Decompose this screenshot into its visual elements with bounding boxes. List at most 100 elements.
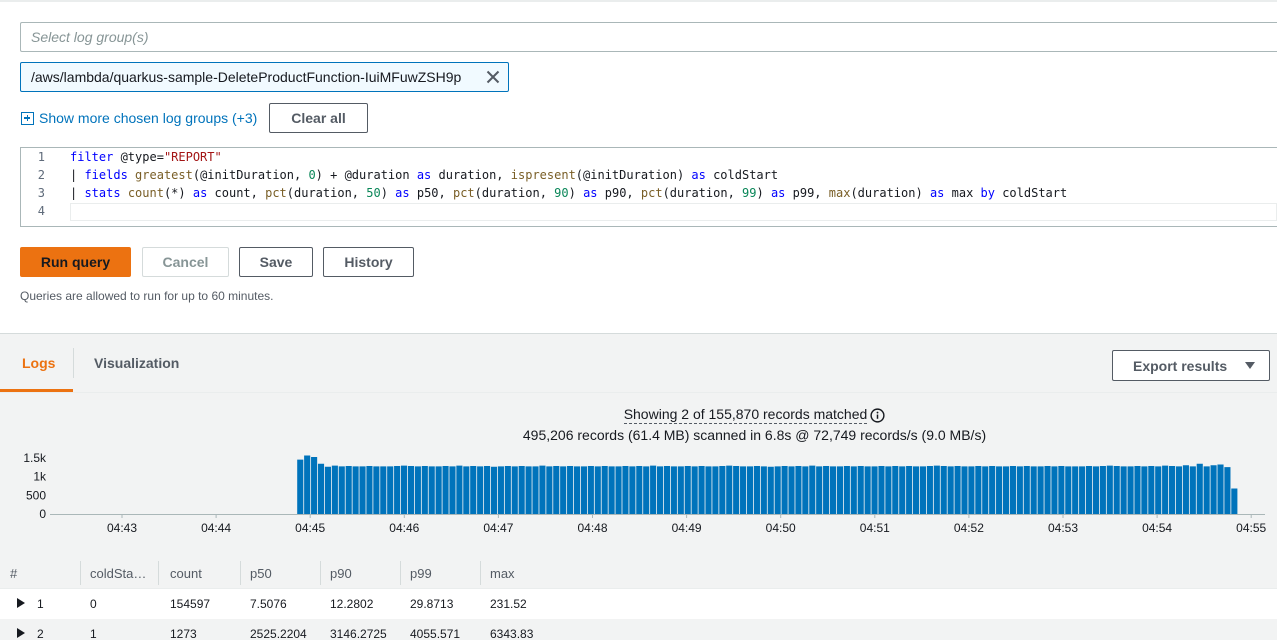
x-tick-label: 04:47	[483, 521, 513, 535]
histogram-bar	[615, 466, 622, 514]
histogram-bar	[470, 466, 477, 514]
histogram-bar	[1120, 466, 1127, 514]
histogram-bar	[497, 466, 504, 514]
column-header-coldstart[interactable]: coldSta…	[80, 557, 158, 589]
histogram-bar	[1169, 466, 1176, 514]
histogram-bar	[781, 466, 788, 514]
histogram-bar	[484, 466, 491, 514]
histogram-bar	[1162, 465, 1169, 514]
histogram-bar	[933, 465, 940, 514]
histogram-bar	[1037, 466, 1044, 514]
histogram-bar	[788, 466, 795, 514]
x-tick-label: 04:51	[860, 521, 890, 535]
histogram-bar	[636, 466, 643, 514]
histogram-bar	[477, 466, 484, 514]
table-row[interactable]: 1 0 154597 7.5076 12.2802 29.8713 231.52	[0, 589, 1277, 619]
run-query-button[interactable]: Run query	[20, 247, 131, 277]
histogram-bar	[705, 466, 712, 514]
histogram-bar	[1079, 466, 1086, 514]
histogram-bar	[1106, 465, 1113, 514]
tab-logs[interactable]: Logs	[22, 334, 55, 392]
histogram-bar	[663, 466, 671, 514]
histogram-bar	[518, 466, 525, 514]
cancel-button[interactable]: Cancel	[142, 247, 229, 277]
results-panel: Logs Visualization Export results Showin…	[0, 333, 1277, 640]
histogram-bar	[456, 465, 463, 514]
histogram-bar	[359, 466, 366, 514]
line-number: 4	[37, 204, 45, 218]
histogram-bar	[919, 466, 927, 514]
p90-cell: 12.2802	[330, 597, 374, 611]
top-divider	[0, 0, 1277, 2]
histogram-bar	[1002, 466, 1010, 514]
query-timeout-note: Queries are allowed to run for up to 60 …	[20, 289, 274, 303]
results-tabbar: Logs Visualization Export results	[0, 334, 1277, 393]
histogram-bar	[560, 466, 567, 514]
editor-line: 1 filter @type="REPORT"	[21, 148, 1277, 166]
log-group-search-input[interactable]	[21, 23, 1277, 51]
histogram-bar	[601, 466, 608, 514]
histogram-bar	[1009, 466, 1016, 514]
x-tick-label: 04:44	[201, 521, 231, 535]
histogram-bar	[324, 466, 331, 514]
close-icon[interactable]	[485, 69, 501, 85]
histogram-bar	[311, 457, 318, 514]
histogram-bar	[802, 466, 809, 514]
records-matched-summary: Showing 2 of 155,870 records matched	[0, 406, 1277, 424]
log-group-select[interactable]	[20, 22, 1277, 52]
histogram-bar	[414, 466, 421, 514]
table-row[interactable]: 2 1 1273 2525.2204 3146.2725 4055.571 63…	[0, 619, 1277, 640]
active-tab-indicator	[0, 389, 73, 392]
histogram-bar	[587, 466, 594, 514]
show-more-log-groups-link[interactable]: Show more chosen log groups (+3)	[21, 110, 257, 126]
y-tick-label: 0	[39, 507, 46, 521]
histogram-bar	[1224, 467, 1231, 514]
expand-row-icon[interactable]	[17, 628, 25, 638]
tab-visualization[interactable]: Visualization	[94, 334, 179, 392]
histogram-bar	[1217, 464, 1224, 514]
x-tick-label: 04:48	[577, 521, 607, 535]
column-header-max[interactable]: max	[480, 557, 560, 589]
histogram-bar	[774, 466, 781, 514]
code-line: | stats count(*) as count, pct(duration,…	[70, 186, 1068, 200]
histogram-bar	[836, 466, 844, 514]
x-tick-label: 04:45	[295, 521, 325, 535]
save-button[interactable]: Save	[239, 247, 313, 277]
selected-log-group-label: /aws/lambda/quarkus-sample-DeleteProduct…	[31, 69, 462, 85]
records-histogram-chart: 1.5k 1k 500 0 04:43 04:44 04:45 04:46 04:47 04:48…	[23, 451, 1266, 535]
info-icon[interactable]	[870, 407, 885, 423]
histogram-bar	[421, 466, 428, 514]
export-results-button[interactable]: Export results	[1112, 350, 1270, 381]
column-header-p90[interactable]: p90	[320, 557, 400, 589]
histogram-bar	[926, 466, 933, 514]
histogram-bar	[394, 466, 401, 514]
expand-row-icon[interactable]	[17, 598, 25, 608]
histogram-bar	[1175, 466, 1183, 514]
code-line: filter @type="REPORT"	[70, 150, 222, 164]
histogram-bar	[823, 466, 830, 514]
histogram-bar	[843, 466, 850, 514]
histogram-bar	[829, 466, 837, 514]
line-number: 1	[37, 150, 45, 164]
histogram-bar	[490, 466, 498, 514]
max-cell: 6343.83	[490, 627, 534, 640]
column-header-count[interactable]: count	[160, 557, 240, 589]
column-header-p99[interactable]: p99	[400, 557, 480, 589]
histogram-bar	[463, 466, 470, 514]
count-cell: 154597	[170, 597, 211, 611]
histogram-bar	[989, 466, 996, 514]
histogram-bar	[1203, 466, 1210, 514]
histogram-bar	[712, 466, 719, 514]
histogram-bar	[449, 466, 456, 514]
histogram-bar	[629, 466, 636, 514]
line-number: 3	[37, 186, 45, 200]
histogram-bar	[1085, 466, 1093, 514]
clear-all-button[interactable]: Clear all	[269, 103, 368, 133]
histogram-bar	[684, 466, 691, 514]
expand-plus-icon	[21, 111, 34, 125]
query-editor[interactable]: 1 filter @type="REPORT" 2 | fields great…	[20, 147, 1277, 227]
column-header-p50[interactable]: p50	[240, 557, 320, 589]
histogram-bar	[428, 466, 435, 514]
histogram-bar	[885, 466, 892, 514]
history-button[interactable]: History	[323, 247, 414, 277]
